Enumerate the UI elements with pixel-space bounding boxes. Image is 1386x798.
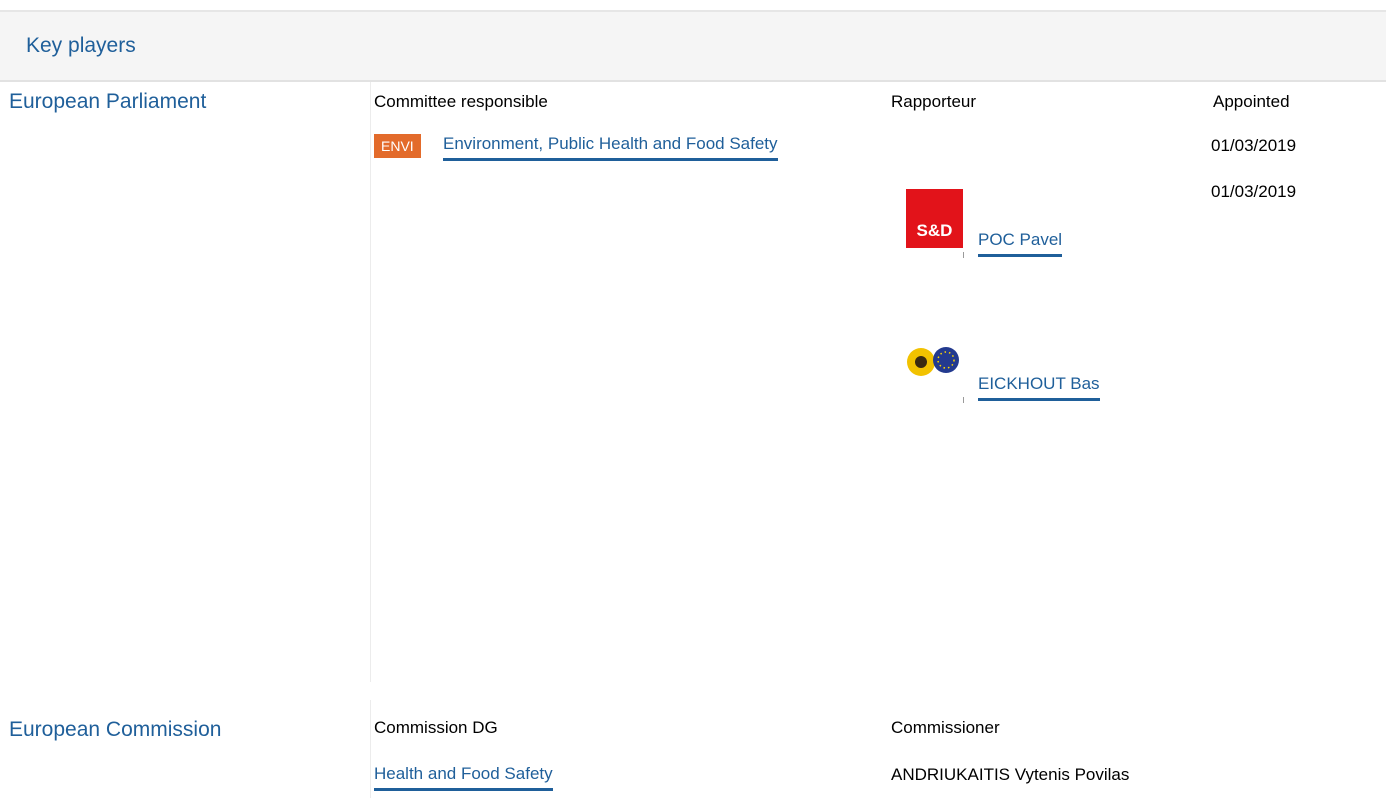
column-divider bbox=[370, 82, 371, 682]
sunflower-icon bbox=[907, 348, 935, 376]
logo-marker bbox=[963, 397, 964, 403]
row-label-parliament: European Parliament bbox=[9, 90, 207, 113]
section-header: Key players bbox=[0, 12, 1386, 82]
column-header-rapporteur: Rapporteur bbox=[891, 92, 977, 111]
column-header-committee: Committee responsible bbox=[374, 92, 548, 111]
column-header-commissioner: Commissioner bbox=[891, 718, 1000, 737]
key-players-section: Key players European Parliament Committe… bbox=[0, 0, 1386, 798]
rapporteur-appointed-date: 01/03/2019 bbox=[1211, 182, 1297, 201]
rapporteur-link-poc-pavel[interactable]: POC Pavel bbox=[978, 230, 1063, 257]
commissioner-name: ANDRIUKAITIS Vytenis Povilas bbox=[891, 765, 1130, 784]
committee-link[interactable]: Environment, Public Health and Food Safe… bbox=[443, 134, 778, 161]
logo-marker bbox=[963, 252, 964, 258]
section-title: Key players bbox=[26, 34, 136, 57]
row-label-commission: European Commission bbox=[9, 718, 222, 741]
sd-party-logo: S&D bbox=[906, 189, 963, 248]
committee-appointed-date: 01/03/2019 bbox=[1211, 136, 1297, 155]
eu-stars-icon bbox=[933, 347, 959, 373]
column-divider bbox=[370, 700, 371, 798]
committee-badge: ENVI bbox=[374, 134, 421, 158]
sd-logo-text: S&D bbox=[916, 221, 953, 240]
column-header-commission-dg: Commission DG bbox=[374, 718, 498, 737]
column-header-appointed: Appointed bbox=[1213, 92, 1290, 111]
commission-dg-link[interactable]: Health and Food Safety bbox=[374, 764, 553, 791]
rapporteur-link-eickhout-bas[interactable]: EICKHOUT Bas bbox=[978, 374, 1100, 401]
greens-efa-party-logo bbox=[907, 347, 959, 376]
